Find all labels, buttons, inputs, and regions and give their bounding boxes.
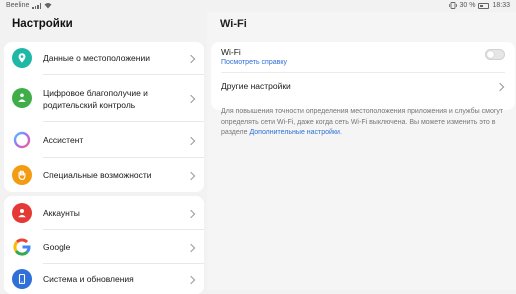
settings-item-accessibility[interactable]: Специальные возможности [4, 158, 204, 192]
digital-wellbeing-icon [12, 88, 32, 108]
other-settings-row[interactable]: Другие настройки [211, 73, 515, 110]
signal-icon [32, 2, 42, 9]
settings-card-2: Аккаунты Google Система и обновления [4, 196, 204, 294]
chevron-right-icon [186, 243, 196, 253]
vibrate-icon [448, 2, 457, 9]
system-update-icon [12, 269, 32, 289]
other-settings-label: Другие настройки [221, 81, 291, 91]
location-pin-icon [12, 48, 32, 68]
wifi-detail-panel: Wi-Fi Wi-Fi Посмотреть справку Другие на… [207, 12, 516, 290]
battery-percent: 30 % [459, 2, 476, 9]
wifi-scan-description: Для повышения точности определения место… [221, 108, 504, 136]
settings-item-digital-wellbeing[interactable]: Цифровое благополучие и родительский кон… [4, 75, 204, 122]
chevron-right-icon [186, 54, 196, 64]
settings-list-panel: Настройки Данные о местоположении Цифров… [0, 12, 207, 294]
wifi-scan-label: Wi-Fi [221, 47, 241, 57]
wifi-scan-toggle[interactable] [485, 49, 505, 60]
settings-item-label: Специальные возможности [43, 170, 152, 180]
wifi-status-icon [44, 3, 52, 9]
chevron-right-icon [186, 275, 196, 285]
chevron-right-icon [186, 136, 196, 146]
chevron-right-icon [495, 82, 505, 92]
help-link[interactable]: Посмотреть справку [221, 59, 287, 66]
account-icon [12, 203, 32, 223]
google-icon [12, 237, 32, 257]
detail-title: Wi-Fi [220, 18, 247, 30]
settings-item-label: Цифровое благополучие и родительский кон… [43, 88, 148, 110]
status-bar: Beeline 30 % 18:33 [0, 0, 516, 12]
assistant-icon [12, 130, 32, 150]
settings-item-location[interactable]: Данные о местоположении [4, 42, 204, 75]
settings-item-label: Google [43, 242, 71, 252]
settings-item-label: Ассистент [43, 135, 84, 145]
wifi-settings-card: Wi-Fi Посмотреть справку Другие настройк… [211, 42, 515, 110]
chevron-right-icon [186, 94, 196, 104]
clock: 18:33 [492, 2, 510, 9]
accessibility-hand-icon [12, 165, 32, 185]
chevron-right-icon [186, 171, 196, 181]
page-title: Настройки [12, 18, 73, 30]
battery-icon [478, 2, 490, 9]
settings-item-assistant[interactable]: Ассистент [4, 122, 204, 158]
carrier-name: Beeline [6, 2, 30, 9]
advanced-settings-link[interactable]: Дополнительные настройки [249, 129, 340, 136]
settings-item-accounts[interactable]: Аккаунты [4, 196, 204, 230]
chevron-right-icon [186, 209, 196, 219]
settings-item-label: Данные о местоположении [43, 53, 150, 63]
settings-item-label: Система и обновления [43, 274, 134, 284]
settings-card-1: Данные о местоположении Цифровое благопо… [4, 42, 204, 192]
settings-item-google[interactable]: Google [4, 230, 204, 264]
toggle-knob [487, 51, 494, 58]
settings-item-label: Аккаунты [43, 208, 80, 218]
